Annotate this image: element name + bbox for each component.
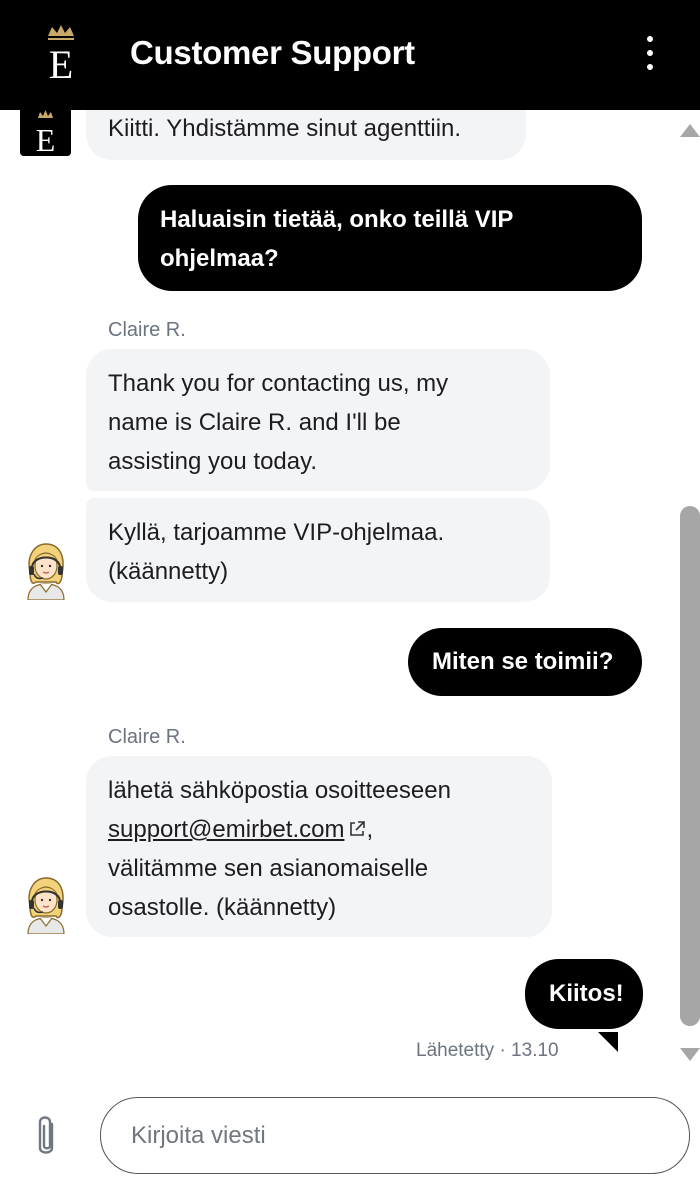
svg-text:E: E [49, 42, 73, 82]
user-message: Kiitos! [525, 959, 643, 1029]
agent-message-text: Kyllä, tarjoamme VIP-ohjelmaa. [108, 519, 445, 546]
agent-message-text: välitämme sen asianomaiselle [108, 855, 429, 882]
user-message-text: Kiitos! [549, 980, 624, 1007]
app-header: E Customer Support [0, 0, 700, 110]
user-message: Haluaisin tietää, onko teillä VIP ohjelm… [138, 185, 642, 291]
agent-message-text: Thank you for contacting us, my [108, 370, 449, 397]
message-status: Lähetetty · 13.10 [416, 1040, 559, 1061]
scroll-down-icon[interactable] [680, 1048, 700, 1061]
message-input[interactable] [100, 1097, 690, 1174]
agent-message-text: (käännetty) [108, 558, 229, 585]
scrollbar-thumb[interactable] [680, 506, 700, 1026]
chat-transcript[interactable]: E Kiitti. Yhdistämme sinut agenttiin. Ha… [0, 110, 674, 1078]
user-message-text: Miten se toimii? [432, 648, 614, 675]
scroll-up-icon[interactable] [680, 124, 700, 137]
svg-text:E: E [36, 122, 56, 156]
agent-message: Thank you for contacting us, my name is … [86, 349, 550, 491]
agent-message-text: lähetä sähköpostia osoitteeseen [108, 777, 451, 804]
bot-message-text: Kiitti. Yhdistämme sinut agenttiin. [108, 115, 462, 142]
external-link-icon [350, 821, 366, 836]
user-message: Miten se toimii? [408, 628, 642, 696]
user-message-text: Haluaisin tietää, onko teillä VIP [160, 206, 514, 233]
page-title: Customer Support [130, 34, 415, 71]
delivered-tail-icon [598, 1032, 618, 1052]
agent-message: lähetä sähköpostia osoitteeseen support@… [86, 756, 552, 937]
bot-avatar-icon: E [20, 110, 71, 156]
agent-message-text: name is Claire R. and I'll be [108, 409, 401, 436]
attachment-icon[interactable] [30, 1112, 62, 1162]
user-message-text: ohjelmaa? [160, 245, 279, 272]
agent-message-text: osastolle. (käännetty) [108, 894, 337, 921]
agent-message-text: , [366, 816, 374, 843]
bot-message: Kiitti. Yhdistämme sinut agenttiin. [86, 110, 526, 160]
agent-message-text: assisting you today. [108, 448, 318, 475]
email-link[interactable]: support@emirbet.com [108, 816, 344, 843]
agent-name: Claire R. [108, 726, 186, 748]
brand-logo-icon: E [48, 25, 74, 82]
agent-avatar-icon [27, 543, 65, 600]
agent-name: Claire R. [108, 319, 186, 341]
more-options-icon[interactable] [636, 36, 664, 70]
agent-message: Kyllä, tarjoamme VIP-ohjelmaa. (käännett… [86, 498, 550, 602]
agent-avatar-icon [27, 877, 65, 934]
